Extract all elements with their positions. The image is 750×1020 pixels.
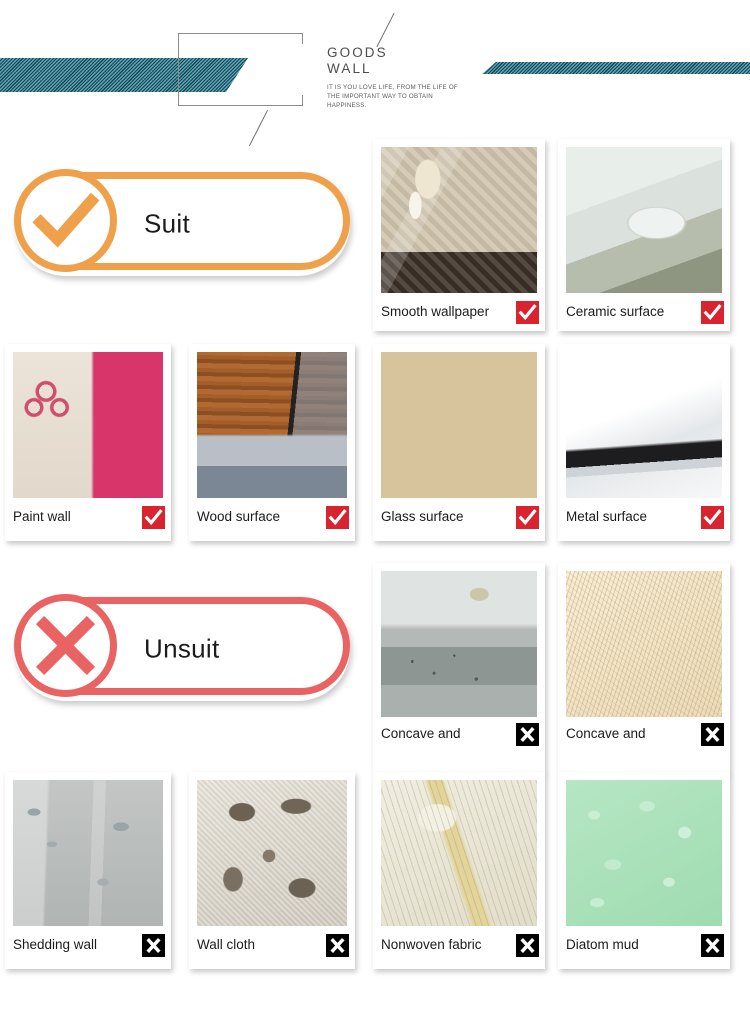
cross-badge [326, 933, 349, 957]
card-suit-3[interactable]: Wood surface [189, 344, 355, 541]
card-label: Wall cloth [197, 937, 256, 952]
card-label: Concave and [566, 726, 646, 741]
card-suit-4[interactable]: Glass surface [373, 344, 545, 541]
card-suit-0[interactable]: Smooth wallpaper [373, 139, 545, 331]
card-image [381, 352, 537, 498]
diagonal-line-top [376, 12, 395, 48]
card-image [566, 780, 722, 926]
banner-stripe-right [482, 62, 750, 74]
card-label: Metal surface [566, 509, 648, 524]
card-footer: Metal surface [566, 502, 724, 532]
card-image [566, 352, 722, 498]
card-label: Concave and [381, 726, 461, 741]
card-label: Paint wall [13, 509, 71, 524]
card-image [381, 780, 537, 926]
header-subtitle: IT IS YOU LOVE LIFE, FROM THE LIFE OF TH… [327, 84, 458, 109]
card-footer: Shedding wall [13, 930, 165, 960]
cross-badge [142, 933, 165, 957]
card-image [197, 352, 347, 498]
suit-badge-label: Suit [144, 208, 191, 239]
card-label: Shedding wall [13, 937, 98, 952]
card-image [566, 147, 722, 293]
suit-badge-circle [14, 169, 117, 272]
cross-badge [701, 933, 724, 957]
unsuit-badge-label: Unsuit [144, 633, 220, 664]
card-footer: Concave and [566, 721, 724, 769]
card-footer: Paint wall [13, 502, 165, 532]
card-label: Glass surface [381, 509, 464, 524]
card-label: Nonwoven fabric [381, 937, 482, 952]
check-badge-icon [701, 505, 724, 529]
page-header: GOODS WALL IT IS YOU LOVE LIFE, FROM THE… [0, 0, 750, 147]
unsuit-badge-circle [14, 594, 117, 697]
cross-badge-icon [516, 933, 539, 957]
suit-badge: Suit [14, 169, 350, 276]
cross-badge [701, 723, 724, 746]
check-badge-icon [326, 505, 349, 529]
check-badge-icon [142, 505, 165, 529]
check-badge [142, 505, 165, 529]
check-badge [326, 505, 349, 529]
check-badge-icon [516, 300, 539, 324]
check-badge [516, 505, 539, 529]
card-footer: Wall cloth [197, 930, 349, 960]
header-text-block: GOODS WALL IT IS YOU LOVE LIFE, FROM THE… [327, 45, 472, 110]
card-label: Wood surface [197, 509, 281, 524]
cross-icon [35, 615, 96, 676]
card-unsuit-1[interactable]: Concave and [558, 563, 730, 773]
card-footer: Nonwoven fabric [381, 930, 539, 960]
card-footer: Smooth wallpaper [381, 297, 539, 327]
card-image [13, 352, 163, 498]
header-frame [178, 33, 303, 106]
card-image [13, 780, 163, 926]
check-badge [701, 505, 724, 529]
cross-badge-icon [516, 723, 539, 746]
check-badge [516, 300, 539, 324]
check-badge-icon [516, 505, 539, 529]
card-footer: Glass surface [381, 502, 539, 532]
card-footer: Ceramic surface [566, 297, 724, 327]
cross-badge [516, 933, 539, 957]
card-label: Diatom mud [566, 937, 639, 952]
card-unsuit-4[interactable]: Nonwoven fabric [373, 772, 545, 969]
check-icon [32, 192, 100, 248]
card-suit-2[interactable]: Paint wall [5, 344, 171, 541]
cross-badge-icon [142, 933, 165, 957]
card-suit-5[interactable]: Metal surface [558, 344, 730, 541]
card-unsuit-3[interactable]: Wall cloth [189, 772, 355, 969]
card-image [381, 571, 537, 717]
card-unsuit-2[interactable]: Shedding wall [5, 772, 171, 969]
cross-badge [516, 723, 539, 746]
diagonal-line-bottom [248, 109, 269, 147]
check-badge [701, 300, 724, 324]
card-label: Ceramic surface [566, 304, 665, 319]
cross-badge-icon [701, 933, 724, 957]
card-footer: Wood surface [197, 502, 349, 532]
card-image [566, 571, 722, 717]
header-title-line2: WALL [327, 61, 372, 76]
check-badge-icon [701, 300, 724, 324]
card-unsuit-5[interactable]: Diatom mud [558, 772, 730, 969]
card-image [381, 147, 537, 293]
card-image [197, 780, 347, 926]
cross-badge-icon [326, 933, 349, 957]
card-suit-1[interactable]: Ceramic surface [558, 139, 730, 331]
card-label: Smooth wallpaper [381, 304, 490, 319]
card-unsuit-0[interactable]: Concave and [373, 563, 545, 773]
header-title-line1: GOODS [327, 45, 388, 60]
card-footer: Diatom mud [566, 930, 724, 960]
unsuit-badge: Unsuit [14, 594, 350, 701]
card-footer: Concave and [381, 721, 539, 769]
cross-badge-icon [701, 723, 724, 746]
